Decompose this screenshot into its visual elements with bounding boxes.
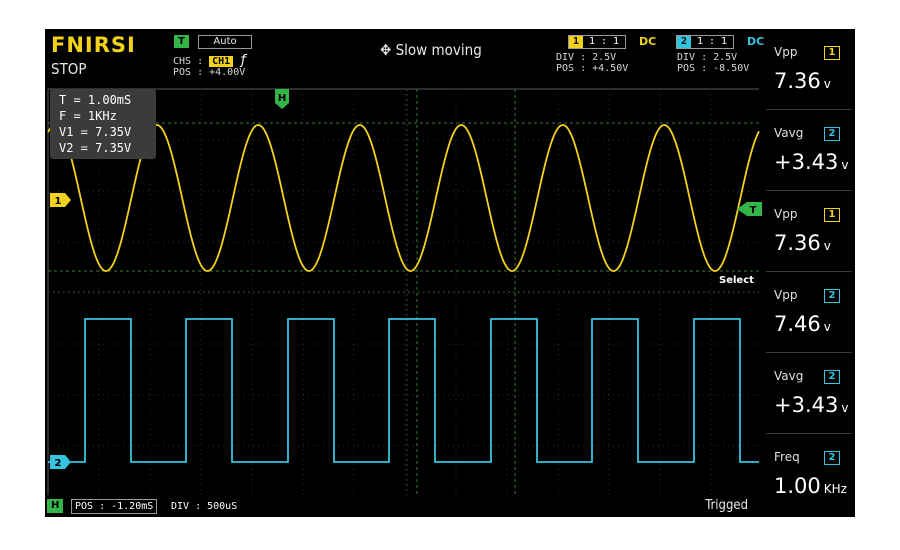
ch1-level-marker[interactable]: 1 [50,193,71,207]
trigger-mode[interactable]: Auto [198,35,252,49]
ch1-number: 1 [569,36,583,48]
ch2-info: DIV : 2.5V POS : -8.50V [677,52,749,74]
measurement-name: Vpp [774,207,798,221]
ch1-probe-box[interactable]: 1 1 : 1 [568,35,626,49]
measurement-name: Freq [774,450,800,464]
ch1-coupling[interactable]: DC [639,35,656,48]
ch1-div: DIV : 2.5V [556,52,617,63]
measurement-3[interactable]: Vpp 1 7.36 v [766,193,852,272]
oscilloscope-screen: H 1 2 T Select FNIRSI STOP T Auto CHS : … [45,29,855,517]
h-marker[interactable]: H [275,89,289,109]
measurement-value: +3.43 v [774,150,849,174]
trigger-status: Trigged [705,498,748,513]
brand-logo: FNIRSI [51,33,136,57]
move-mode[interactable]: ✥ Slow moving [380,41,482,59]
time-division[interactable]: DIV : 500uS [171,500,237,513]
run-state[interactable]: STOP [51,60,87,78]
measurement-channel: 1 [824,208,840,222]
ch1-info: DIV : 2.5V POS : +4.50V [556,52,628,74]
measurement-5[interactable]: Vavg 2 +3.43 v [766,355,852,434]
ch1-pos: POS : +4.50V [556,63,629,74]
measurement-value: 7.46 v [774,312,831,336]
measurement-value: 7.36 v [774,69,831,93]
measurement-2[interactable]: Vavg 2 +3.43 v [766,112,852,191]
ch2-div: DIV : 2.5V [677,52,738,63]
h-marker-label: H [278,93,286,104]
trigger-level-marker-label: T [750,205,757,216]
horizontal-position[interactable]: POS : -1.20mS [71,499,158,514]
trigger-level-marker[interactable]: T [737,202,762,216]
ch2-square-path [48,318,759,463]
measurement-name: Vavg [774,126,804,140]
trigger-source[interactable]: CHS : CH1 ƒ [173,53,247,68]
readout-frequency: F = 1KHz [59,109,117,123]
ch2-square-trace [48,318,759,463]
measurement-6[interactable]: Freq 2 1.00 KHz [766,436,852,514]
readout-v1: V1 = 7.35V [59,125,132,139]
measurement-channel: 2 [824,451,840,465]
move-cross-icon: ✥ [380,41,392,59]
trigger-source-label: CHS : [173,56,204,67]
measurement-1[interactable]: Vpp 1 7.36 v [766,31,852,110]
measurement-name: Vpp [774,45,798,59]
ch2-number: 2 [677,36,691,48]
ch2-pos: POS : -8.50V [677,63,750,74]
ch1-level-marker-label: 1 [55,196,62,207]
readout-v2: V2 = 7.35V [59,141,132,155]
rising-edge-icon: ƒ [239,53,248,68]
measurement-name: Vpp [774,288,798,302]
measurement-channel: 2 [824,289,840,303]
readout-period: T = 1.00mS [59,93,132,107]
measurement-panel: Vpp 1 7.36 v Vavg 2 +3.43 v Vpp 1 7.36 v Vp… [762,29,855,517]
measurement-channel: 1 [824,46,840,60]
move-mode-text: Slow moving [395,41,482,59]
measurement-name: Vavg [774,369,804,383]
measurement-value: 7.36 v [774,231,831,255]
horizontal-badge: H [47,499,64,513]
ch2-probe-box[interactable]: 2 1 : 1 [676,35,734,49]
ch2-ratio: 1 : 1 [696,36,728,47]
bottom-bar: H POS : -1.20mS DIV : 500uS Trigged [45,497,762,517]
measurement-channel: 2 [824,370,840,384]
select-label[interactable]: Select [719,275,754,286]
measurement-value: 1.00 KHz [774,474,847,498]
measurement-value: +3.43 v [774,393,849,417]
trigger-source-channel: CH1 [209,56,234,67]
trigger-badge: T [174,35,189,48]
trigger-position: POS : +4.00V [173,67,246,78]
measurement-channel: 2 [824,127,840,141]
ch1-ratio: 1 : 1 [588,36,620,47]
ch2-level-marker-label: 2 [55,458,62,469]
cursor-readout: T = 1.00mS F = 1KHz V1 = 7.35V V2 = 7.35… [50,89,156,159]
measurement-4[interactable]: Vpp 2 7.46 v [766,274,852,353]
ch2-level-marker[interactable]: 2 [50,455,71,469]
